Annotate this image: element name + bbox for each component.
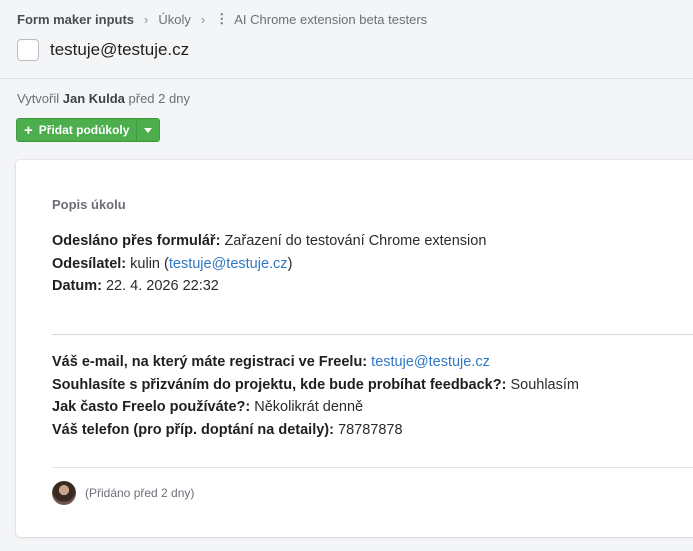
added-time: (Přidáno před 2 dny) <box>85 486 195 500</box>
answer-phone: 78787878 <box>338 421 403 438</box>
created-by-label: Vytvořil <box>17 91 60 106</box>
date-value: 22. 4. 2026 22:32 <box>105 278 219 294</box>
sender-line: Odesílatel: kulin (testuje@testuje.cz) <box>52 253 486 276</box>
form-sent-line: Odesláno přes formulář: Zařazení do test… <box>52 230 486 253</box>
sender-close: ) <box>287 255 293 272</box>
task-complete-checkbox[interactable] <box>17 39 39 61</box>
plus-icon: + <box>24 121 33 139</box>
add-subtasks-label: Přidat podúkoly <box>38 123 130 137</box>
avatar[interactable] <box>52 481 76 505</box>
question-frequency: Jak často Freelo používáte?: <box>52 399 251 415</box>
add-subtasks-split-button: + Přidat podúkoly <box>16 118 161 142</box>
chevron-right-icon: › <box>200 11 206 27</box>
date-line: Datum: 22. 4. 2026 22:32 <box>52 275 486 298</box>
task-header: testuje@testuje.cz <box>17 39 189 61</box>
sender-label: Odesílatel: <box>52 255 127 272</box>
form-info: Odesláno přes formulář: Zařazení do test… <box>52 230 486 298</box>
added-info: (Přidáno před 2 dny) <box>52 481 194 505</box>
answer-line-phone: Váš telefon (pro příp. doptání na detail… <box>52 419 579 442</box>
divider <box>52 467 693 468</box>
question-phone: Váš telefon (pro příp. doptání na detail… <box>52 421 334 438</box>
question-email: Váš e-mail, na který máte registraci ve … <box>52 354 368 370</box>
add-subtasks-button[interactable]: + Přidat podúkoly <box>17 119 138 141</box>
answer-email-link[interactable]: testuje@testuje.cz <box>371 354 490 370</box>
header: Form maker inputs › Úkoly › ⋮ AI Chrome … <box>0 0 693 79</box>
form-sent-value: Zařazení do testování Chrome extension <box>224 233 487 249</box>
sender-name: kulin ( <box>130 255 169 272</box>
author-name[interactable]: Jan Kulda <box>63 91 125 106</box>
chevron-right-icon: › <box>144 11 149 27</box>
breadcrumb-tasklist[interactable]: AI Chrome extension beta testers <box>234 12 427 27</box>
date-label: Datum: <box>52 278 102 294</box>
breadcrumb: Form maker inputs › Úkoly › ⋮ AI Chrome … <box>17 11 427 27</box>
breadcrumb-project[interactable]: Form maker inputs <box>17 12 134 27</box>
answer-line-frequency: Jak často Freelo používáte?: Několikrát … <box>52 396 579 419</box>
answer-frequency: Několikrát denně <box>254 399 364 415</box>
more-vertical-icon[interactable]: ⋮ <box>215 11 228 27</box>
created-time: před 2 dny <box>128 91 190 106</box>
answer-consent: Souhlasím <box>510 376 579 393</box>
question-consent: Souhlasíte s přizváním do projektu, kde … <box>52 376 507 393</box>
answer-line-email: Váš e-mail, na který máte registraci ve … <box>52 351 579 374</box>
description-heading: Popis úkolu <box>52 197 126 212</box>
breadcrumb-tasks[interactable]: Úkoly <box>158 12 191 27</box>
task-meta: Vytvořil Jan Kulda před 2 dny <box>17 91 190 106</box>
task-description-card: Popis úkolu Odesláno přes formulář: Zařa… <box>16 160 693 537</box>
caret-down-icon <box>144 127 153 133</box>
sender-email-link[interactable]: testuje@testuje.cz <box>169 256 288 272</box>
add-subtasks-dropdown[interactable] <box>137 119 160 141</box>
divider <box>52 334 693 335</box>
task-title[interactable]: testuje@testuje.cz <box>50 40 189 60</box>
answer-line-consent: Souhlasíte s přizváním do projektu, kde … <box>52 374 579 397</box>
form-sent-label: Odesláno přes formulář: <box>52 233 221 249</box>
form-answers: Váš e-mail, na který máte registraci ve … <box>52 351 579 441</box>
